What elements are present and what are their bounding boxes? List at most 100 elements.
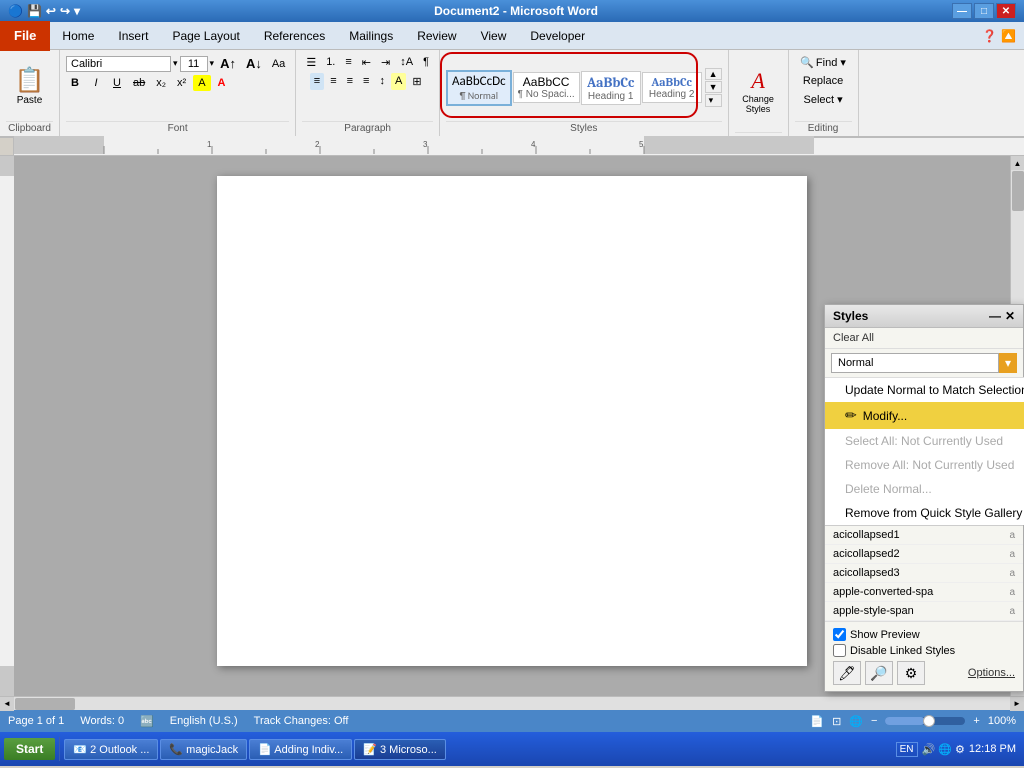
style-normal[interactable]: AaBbCcDc ¶ Normal (446, 70, 512, 106)
select-btn[interactable]: Select ▾ (799, 91, 846, 108)
clear-format-btn[interactable]: Aa (268, 56, 289, 72)
style-item-acicollapsed3[interactable]: acicollapsed3 a (825, 564, 1023, 583)
zoom-out-btn[interactable]: − (871, 715, 877, 727)
increase-indent-btn[interactable]: ⇥ (377, 54, 394, 71)
show-preview-checkbox[interactable] (833, 628, 846, 641)
tab-developer[interactable]: Developer (518, 21, 597, 51)
replace-btn[interactable]: Replace (799, 73, 847, 89)
styles-more[interactable]: ▾ (705, 94, 722, 107)
taskbar-item-outlook[interactable]: 📧 2 Outlook ... (64, 739, 158, 760)
font-name-arrow[interactable]: ▾ (173, 58, 178, 69)
font-color-btn[interactable]: A (214, 75, 230, 91)
numbering-btn[interactable]: 1. (322, 54, 339, 71)
style-item-acicollapsed2[interactable]: acicollapsed2 a (825, 545, 1023, 564)
zoom-in-btn[interactable]: + (973, 715, 979, 727)
quick-access-save[interactable]: 💾 (27, 4, 42, 18)
scroll-up-btn[interactable]: ▲ (1011, 156, 1024, 170)
minimize-btn[interactable]: — (952, 3, 972, 19)
style-inspector-btn[interactable]: 🔎 (865, 661, 893, 685)
quick-access-redo[interactable]: ↪ (60, 4, 70, 18)
styles-panel-minimize[interactable]: — (989, 309, 1001, 323)
decrease-indent-btn[interactable]: ⇤ (358, 54, 375, 71)
tab-mailings[interactable]: Mailings (337, 21, 405, 51)
zoom-slider[interactable] (885, 717, 965, 725)
strikethrough-btn[interactable]: ab (129, 75, 149, 91)
ruler-scale: 1 2 3 4 5 (14, 136, 1024, 157)
style-item-apple-style[interactable]: apple-style-span a (825, 602, 1023, 621)
styles-clear-all[interactable]: Clear All (825, 328, 1023, 349)
borders-btn[interactable]: ⊞ (408, 73, 425, 90)
ribbon-help[interactable]: ❓ (982, 29, 997, 43)
align-left-btn[interactable]: ≡ (310, 73, 324, 90)
paste-button[interactable]: 📋 Paste (8, 61, 52, 111)
tab-home[interactable]: Home (50, 21, 106, 51)
close-btn[interactable]: ✕ (996, 3, 1016, 19)
word-taskbar-icon: 📝 (363, 744, 377, 756)
quick-access-undo[interactable]: ↩ (46, 4, 56, 18)
maximize-btn[interactable]: □ (974, 3, 994, 19)
scroll-right-btn[interactable]: ► (1010, 697, 1024, 711)
change-styles-btn[interactable]: A ChangeStyles (735, 63, 781, 119)
bold-btn[interactable]: B (66, 75, 84, 91)
ribbon-minimize[interactable]: 🔼 (1001, 29, 1016, 43)
panel-bottom: Show Preview Disable Linked Styles 🖊 🔎 ⚙… (825, 621, 1023, 691)
font-size-arrow[interactable]: ▾ (210, 58, 215, 69)
taskbar-item-adding[interactable]: 📄 Adding Indiv... (249, 739, 352, 760)
subscript-btn[interactable]: x₂ (152, 75, 170, 91)
multilevel-btn[interactable]: ≡ (341, 54, 355, 71)
font-shrink-btn[interactable]: A↓ (242, 54, 266, 73)
view-web-btn[interactable]: 🌐 (849, 715, 863, 728)
bullets-btn[interactable]: ☰ (302, 54, 320, 71)
quick-access-more[interactable]: ▾ (74, 4, 80, 18)
file-tab[interactable]: File (0, 21, 50, 51)
align-right-btn[interactable]: ≡ (343, 73, 357, 90)
justify-btn[interactable]: ≡ (359, 73, 373, 90)
style-heading1[interactable]: AaBbCc Heading 1 (581, 71, 641, 105)
styles-dropdown-arrow[interactable]: ▾ (999, 353, 1017, 373)
sort-btn[interactable]: ↕A (396, 54, 417, 71)
align-center-btn[interactable]: ≡ (326, 73, 340, 90)
styles-dropdown[interactable]: Normal (831, 353, 999, 373)
shading-btn[interactable]: A (391, 73, 406, 90)
options-btn[interactable]: Options... (968, 667, 1015, 679)
styles-scroll-down[interactable]: ▼ (705, 81, 722, 93)
ctx-remove-gallery[interactable]: Remove from Quick Style Gallery (825, 501, 1024, 525)
font-size-input[interactable] (180, 56, 208, 72)
horiz-scroll-thumb[interactable] (15, 698, 75, 710)
styles-scroll-up[interactable]: ▲ (705, 68, 722, 80)
tab-insert[interactable]: Insert (106, 21, 160, 51)
new-style-btn[interactable]: 🖊 (833, 661, 861, 685)
font-grow-btn[interactable]: A↑ (216, 54, 240, 73)
zoom-thumb[interactable] (923, 715, 935, 727)
text-highlight-btn[interactable]: A (193, 75, 210, 91)
bottom-scrollbar[interactable]: ◄ ► (0, 696, 1024, 710)
ctx-update-normal[interactable]: Update Normal to Match Selection (825, 378, 1024, 402)
taskbar-item-microsoft[interactable]: 📝 3 Microso... (354, 739, 446, 760)
view-print-btn[interactable]: 📄 (810, 715, 824, 728)
view-fullscreen-btn[interactable]: ⊡ (832, 715, 841, 728)
status-spellcheck-icon[interactable]: 🔤 (140, 715, 154, 728)
start-button[interactable]: Start (4, 738, 55, 760)
ctx-modify[interactable]: ✏ Modify... (825, 402, 1024, 429)
italic-btn[interactable]: I (87, 75, 105, 91)
underline-btn[interactable]: U (108, 75, 126, 91)
tab-page-layout[interactable]: Page Layout (160, 21, 251, 51)
scroll-thumb[interactable] (1012, 171, 1024, 211)
tab-review[interactable]: Review (405, 21, 468, 51)
manage-styles-btn[interactable]: ⚙ (897, 661, 925, 685)
style-item-acicollapsed1[interactable]: acicollapsed1 a (825, 526, 1023, 545)
find-btn[interactable]: 🔍 Find ▾ (796, 54, 850, 71)
disable-linked-checkbox[interactable] (833, 644, 846, 657)
style-heading2[interactable]: AaBbCc Heading 2 (642, 72, 702, 103)
styles-panel-close[interactable]: ✕ (1005, 309, 1015, 323)
tab-references[interactable]: References (252, 21, 337, 51)
taskbar-item-magicjack[interactable]: 📞 magicJack (160, 739, 247, 760)
style-item-apple-converted[interactable]: apple-converted-spa a (825, 583, 1023, 602)
font-name-input[interactable] (66, 56, 171, 72)
tab-view[interactable]: View (469, 21, 519, 51)
scroll-left-btn[interactable]: ◄ (0, 697, 14, 711)
superscript-btn[interactable]: x² (173, 75, 190, 91)
line-spacing-btn[interactable]: ↕ (375, 73, 389, 90)
style-no-spacing[interactable]: AaBbCC ¶ No Spaci... (513, 72, 580, 103)
show-hide-btn[interactable]: ¶ (419, 54, 433, 71)
